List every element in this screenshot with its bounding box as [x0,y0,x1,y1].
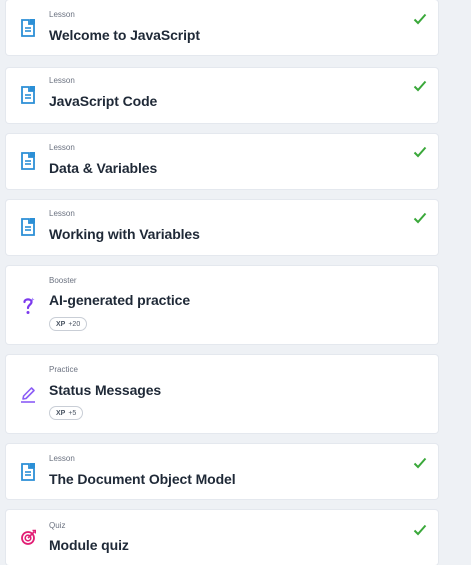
lesson-doc-icon [20,85,36,105]
item-kind-label: Quiz [49,521,66,530]
item-title: Data & Variables [49,160,158,176]
xp-value: +5 [68,410,77,417]
item-kind-label: Lesson [49,454,75,463]
lesson-doc-icon [20,462,36,482]
list-item-lesson[interactable]: Lesson Data & Variables [6,134,438,189]
xp-badge: XP +5 [49,406,84,420]
item-kind-label: Lesson [49,10,75,19]
list-item-lesson[interactable]: Lesson The Document Object Model [6,444,438,499]
pencil-icon [20,384,36,404]
list-item-booster[interactable]: Booster AI-generated practice XP +20 [6,266,438,344]
item-title: Working with Variables [49,226,200,242]
list-item-practice[interactable]: Practice Status Messages XP +5 [6,355,438,433]
xp-value: +20 [68,321,81,328]
lesson-doc-icon [20,18,36,38]
checkmark-icon [413,79,427,92]
list-item-lesson[interactable]: Lesson Welcome to JavaScript [6,0,438,55]
lesson-doc-icon [20,151,36,171]
xp-label: XP [56,321,66,328]
checkmark-icon [413,145,427,158]
item-title: JavaScript Code [49,93,158,109]
item-title: Status Messages [49,382,162,398]
target-icon [20,527,37,547]
item-kind-label: Lesson [49,76,75,85]
list-item-lesson[interactable]: Lesson JavaScript Code [6,68,438,123]
list-item-lesson[interactable]: Lesson Working with Variables [6,200,438,255]
checkmark-icon [413,523,427,536]
list-item-quiz[interactable]: Quiz Module quiz [6,510,438,565]
item-kind-label: Practice [49,365,78,374]
lesson-doc-icon [20,217,36,237]
checkmark-icon [413,456,427,469]
item-kind-label: Booster [49,276,77,285]
xp-badge: XP +20 [49,317,88,331]
checkmark-icon [413,211,427,224]
item-title: Module quiz [49,537,129,553]
item-title: Welcome to JavaScript [49,27,200,43]
item-kind-label: Lesson [49,209,75,218]
item-title: AI-generated practice [49,292,191,308]
item-title: The Document Object Model [49,471,236,487]
checkmark-icon [413,12,427,25]
question-mark-icon [20,296,36,316]
xp-label: XP [56,410,66,417]
item-kind-label: Lesson [49,143,75,152]
